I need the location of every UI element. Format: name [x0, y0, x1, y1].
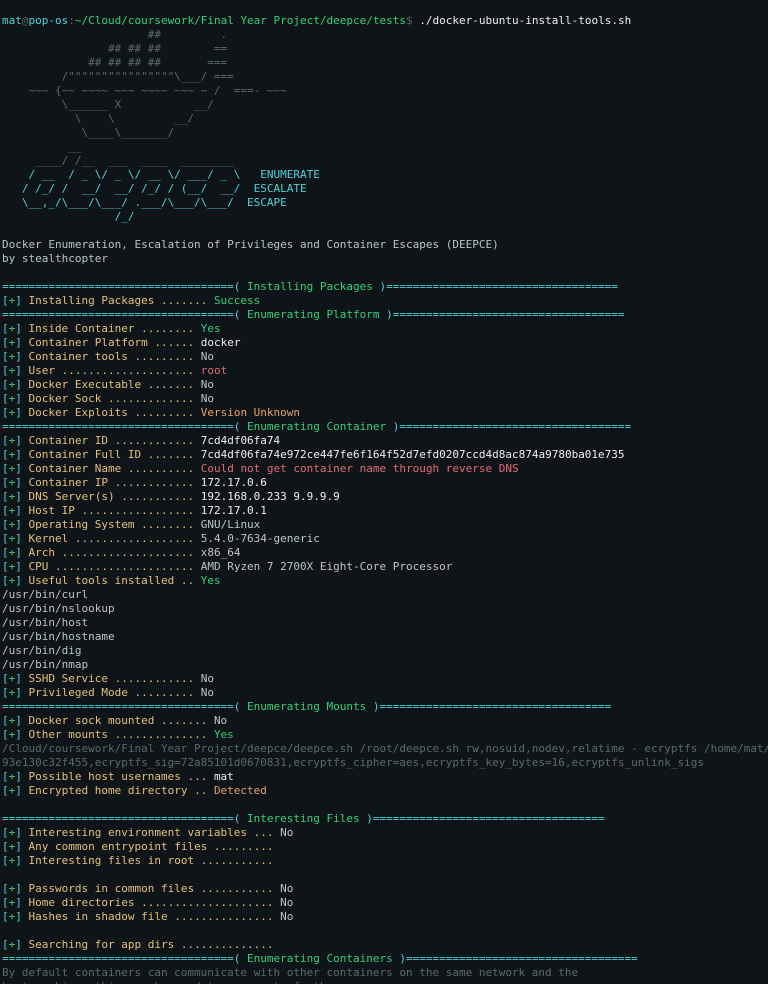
ascii-art: ## . ## ## ## == ## ## ## ## === /""""""… [2, 28, 287, 167]
row: [+] Container Platform ...... docker [2, 336, 240, 349]
row: [+] Docker sock mounted ....... No [2, 714, 227, 727]
row: [+] Home directories ...................… [2, 896, 293, 909]
tool-line: /usr/bin/hostname [2, 630, 115, 643]
row: [+] Other mounts .............. Yes [2, 728, 234, 741]
row: [+] Kernel .................. 5.4.0-7634… [2, 532, 320, 545]
row: [+] Searching for app dirs .............… [2, 938, 274, 951]
enum-note: By default containers can communicate wi… [2, 966, 578, 979]
tool-line: /usr/bin/dig [2, 644, 81, 657]
command[interactable]: ./docker-ubuntu-install-tools.sh [419, 14, 631, 27]
row: [+] Container Full ID ....... 7cd4df06fa… [2, 448, 625, 461]
tool-line: /usr/bin/curl [2, 588, 88, 601]
row: [+] Container IP ............ 172.17.0.6 [2, 476, 267, 489]
row: [+] Container tools ......... No [2, 350, 214, 363]
row: [+] User .................... root [2, 364, 227, 377]
row: [+] Useful tools installed .. Yes [2, 574, 221, 587]
row: [+] Arch .................... x86_64 [2, 546, 240, 559]
title-line: Docker Enumeration, Escalation of Privil… [2, 238, 499, 251]
row: [+] Passwords in common files ..........… [2, 882, 293, 895]
prompt-at: @ [22, 14, 29, 27]
hdr-platform: ===================================( Enu… [2, 308, 625, 321]
mount-detail: /Cloud/coursework/Final Year Project/dee… [2, 742, 768, 755]
row: [+] Privileged Mode ......... No [2, 686, 214, 699]
tool-line: /usr/bin/nmap [2, 658, 88, 671]
row-installing: [+] Installing Packages ....... Success [2, 294, 260, 307]
row: [+] Interesting environment variables ..… [2, 826, 293, 839]
hdr-installing: ===================================( Ins… [2, 280, 618, 293]
row: [+] Host IP ................. 172.17.0.1 [2, 504, 267, 517]
row: [+] Docker Exploits ......... Version Un… [2, 406, 300, 419]
row: [+] Container ID ............ 7cd4df06fa… [2, 434, 280, 447]
row: [+] SSHD Service ............ No [2, 672, 214, 685]
prompt-path: ~/Cloud/coursework/Final Year Project/de… [75, 14, 406, 27]
hdr-enum-cont: ===================================( Enu… [2, 952, 638, 965]
row: [+] Container Name .......... Could not … [2, 462, 519, 475]
row: [+] Any common entrypoint files ........… [2, 840, 274, 853]
tool-line: /usr/bin/nslookup [2, 602, 115, 615]
ascii-words: / __ / _ \/ _ \/ __ \/ ___/ _ \ ENUMERAT… [2, 168, 320, 223]
row: [+] Hashes in shadow file ..............… [2, 910, 293, 923]
row: [+] CPU ..................... AMD Ryzen … [2, 560, 452, 573]
hdr-files: ===================================( Int… [2, 812, 605, 825]
row: [+] Operating System ........ GNU/Linux [2, 518, 260, 531]
enum-note: host machine, this can be used to enumer… [2, 980, 340, 984]
row: [+] DNS Server(s) ........... 192.168.0.… [2, 490, 340, 503]
prompt-host: pop-os [29, 14, 69, 27]
byline: by stealthcopter [2, 252, 108, 265]
row: [+] Inside Container ........ Yes [2, 322, 221, 335]
row: [+] Docker Sock ............. No [2, 392, 214, 405]
hdr-container: ===================================( Enu… [2, 420, 631, 433]
row: [+] Docker Executable ....... No [2, 378, 214, 391]
hdr-mounts: ===================================( Enu… [2, 700, 611, 713]
terminal-root: mat@pop-os:~/Cloud/coursework/Final Year… [0, 0, 768, 984]
prompt-user: mat [2, 14, 22, 27]
row: [+] Possible host usernames ... mat [2, 770, 234, 783]
tool-line: /usr/bin/host [2, 616, 88, 629]
row: [+] Encrypted home directory .. Detected [2, 784, 267, 797]
row: [+] Interesting files in root ..........… [2, 854, 274, 867]
mount-detail: 93e130c32f455,ecryptfs_sig=72a85101d0670… [2, 756, 704, 769]
